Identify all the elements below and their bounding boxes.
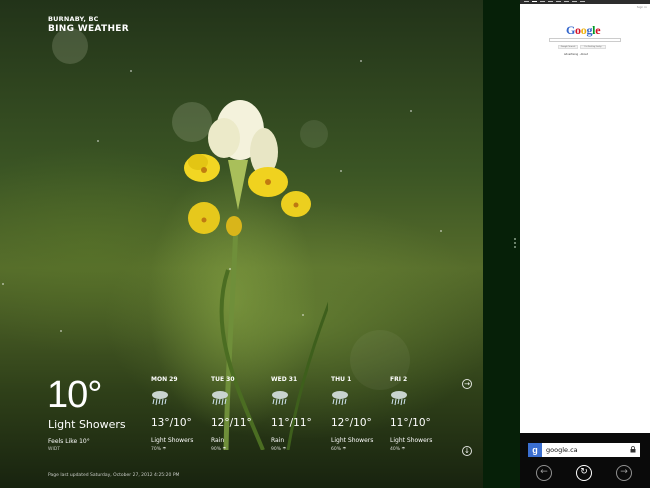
raindrop [440,230,442,232]
forecast-day-name: MON 29 [151,376,178,383]
google-favicon-icon: g [528,443,542,457]
raindrop [130,70,132,72]
google-search-box[interactable] [549,38,621,42]
forecast-condition: Rain [211,437,225,444]
browser-snapped-view: Sign in Google Google Search I'm Feeling… [520,0,650,488]
scroll-down-icon[interactable]: ↓ [462,446,472,456]
current-condition: Light Showers [48,418,126,431]
raindrop [60,330,62,332]
forecast-precip: 90% ☂ [211,447,227,452]
raindrop [360,60,362,62]
google-top-bar [520,0,650,4]
splitter-grip-dot [514,242,516,244]
rain-icon [152,391,168,406]
splitter-grip-dot [514,246,516,248]
snap-splitter[interactable] [483,0,520,488]
app-title: BING WEATHER [48,24,129,34]
rain-icon [212,391,228,406]
forecast-precip: 70% ☂ [151,447,167,452]
current-temperature: 10° [47,374,102,416]
feels-like-label: Feels Like 10° [48,438,90,445]
forecast-day[interactable]: MON 29 13°/10° Light Showers 70% ☂ [151,376,206,452]
forecast-day-name: WED 31 [271,376,298,383]
location-label: BURNABY, BC [48,15,99,23]
google-footer-links[interactable]: Advertising · About [564,53,588,56]
forecast-condition: Light Showers [151,437,194,444]
raindrop [97,140,99,142]
raindrop [340,170,342,172]
forecast-condition: Rain [271,437,285,444]
forward-icon[interactable]: → [616,465,632,481]
google-search-button[interactable]: Google Search [558,45,578,49]
forecast-day-name: TUE 30 [211,376,235,383]
forecast-temps: 12°/10° [331,417,372,429]
wind-label: WIDT [48,447,60,452]
google-logo-text: Google [566,23,601,37]
sign-in-link[interactable]: Sign in [637,5,647,9]
forecast-day-name: FRI 2 [390,376,408,383]
forecast-day[interactable]: FRI 2 11°/10° Light Showers 40% ☂ [390,376,445,452]
address-url[interactable]: google.ca [546,446,578,454]
back-icon[interactable]: ← [536,465,552,481]
rain-icon [272,391,288,406]
forecast-day-name: THU 1 [331,376,352,383]
feeling-lucky-button[interactable]: I'm Feeling Lucky [580,45,606,49]
refresh-icon[interactable]: ↻ [576,465,592,481]
google-logo: Google [566,23,601,38]
forecast-condition: Light Showers [331,437,374,444]
next-arrow-icon[interactable]: → [462,379,472,389]
forecast-temps: 13°/10° [151,417,192,429]
forecast-precip: 60% ☂ [331,447,347,452]
raindrop [410,110,412,112]
forecast-temps: 12°/11° [211,417,252,429]
last-updated-label: Page last updated Saturday, October 27, … [48,473,180,478]
splitter-grip-dot [514,238,516,240]
raindrop [2,283,4,285]
weather-app: BURNABY, BC BING WEATHER 10° Light Showe… [0,0,483,488]
address-bar[interactable]: g google.ca [528,443,640,457]
forecast-precip: 40% ☂ [390,447,406,452]
forecast-temps: 11°/11° [271,417,312,429]
forecast-day[interactable]: TUE 30 12°/11° Rain 90% ☂ [211,376,266,452]
forecast-precip: 90% ☂ [271,447,287,452]
forecast-day[interactable]: THU 1 12°/10° Light Showers 60% ☂ [331,376,386,452]
lock-icon [630,446,636,453]
forecast-condition: Light Showers [390,437,433,444]
forecast-temps: 11°/10° [390,417,431,429]
rain-icon [391,391,407,406]
rain-icon [332,391,348,406]
forecast-day[interactable]: WED 31 11°/11° Rain 90% ☂ [271,376,326,452]
